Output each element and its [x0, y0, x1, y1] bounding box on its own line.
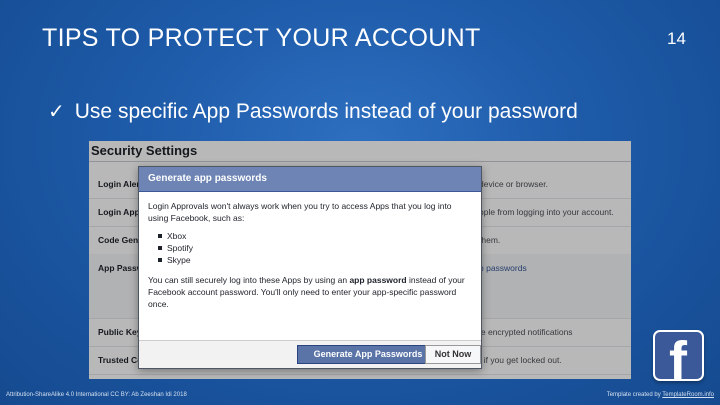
attribution-text: Attribution-ShareAlike 4.0 International… — [6, 392, 187, 398]
info-text-bold: app password — [349, 275, 407, 285]
dialog-title: Generate app passwords — [139, 167, 481, 192]
slide-title: TIPS TO PROTECT YOUR ACCOUNT — [42, 24, 481, 52]
template-credit-prefix: Template created by — [606, 392, 663, 398]
list-item: Spotify — [158, 242, 472, 254]
generate-app-passwords-button[interactable]: Generate App Passwords — [297, 345, 439, 364]
dialog-info-text: You can still securely log into these Ap… — [148, 274, 472, 310]
bullet-item: ✓ Use specific App Passwords instead of … — [48, 99, 578, 124]
list-item: Xbox — [158, 230, 472, 242]
facebook-logo-glyph: f — [669, 331, 687, 381]
info-text-start: You can still securely log into these Ap… — [148, 275, 350, 285]
check-icon: ✓ — [48, 101, 65, 123]
dialog-footer: Generate App Passwords Not Now — [139, 340, 481, 368]
apps-list: Xbox Spotify Skype — [148, 230, 472, 266]
template-credit-link[interactable]: TemplateRoom.info — [662, 392, 714, 398]
slide-number: 14 — [667, 29, 686, 48]
dialog-intro-text: Login Approvals won't always work when y… — [148, 201, 452, 223]
template-credit: Template created by TemplateRoom.info — [607, 392, 714, 398]
list-item: Skype — [158, 254, 472, 266]
facebook-icon: f — [653, 330, 704, 381]
generate-app-passwords-dialog: Generate app passwords Login Approvals w… — [138, 166, 482, 369]
not-now-button[interactable]: Not Now — [425, 345, 481, 364]
bullet-text: Use specific App Passwords instead of yo… — [74, 99, 578, 123]
